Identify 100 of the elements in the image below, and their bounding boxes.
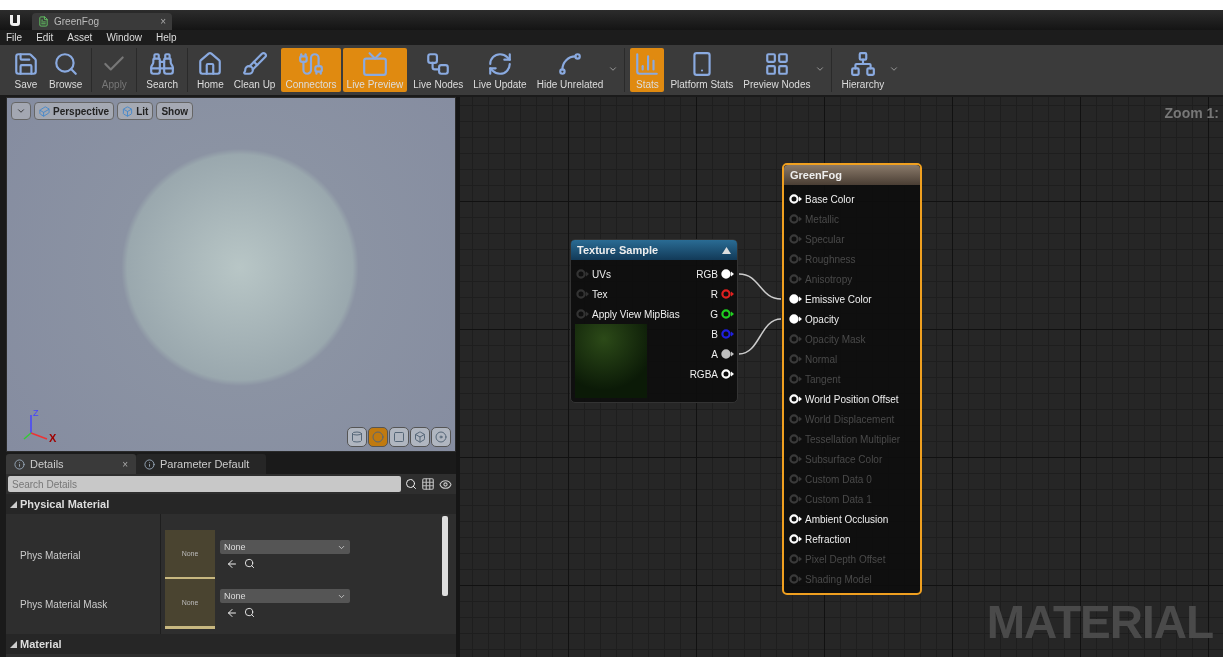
pin-label: RGBA [689,368,718,380]
caret-icon[interactable] [815,64,826,74]
pin-icon[interactable] [721,349,734,359]
node-title: Texture Sample [577,244,659,256]
category-header[interactable]: Physical Material [6,494,456,514]
cube-icon [122,105,134,117]
close-tab-button[interactable]: × [160,16,166,27]
pin-label: RGB [696,268,718,280]
save-icon [13,51,39,77]
cylinder-icon [351,431,363,443]
pin-label: Anisotropy [805,273,853,285]
pin-icon[interactable] [721,269,734,279]
pin-label: Pixel Depth Offset [805,553,886,565]
viewport-button[interactable]: Perspective [34,102,115,120]
material-node[interactable] [782,163,922,595]
category-header[interactable]: Material [6,634,456,654]
pin-label: G [710,308,718,320]
brush-icon [241,51,268,77]
monitor-icon [361,51,388,77]
menu-item[interactable]: Window [106,32,142,43]
bar-chart-icon [634,51,661,77]
binoculars-icon [149,51,176,77]
caret-icon[interactable] [889,64,900,74]
toolbar-button[interactable]: Hide Unrelated [532,48,620,92]
toolbar-button[interactable]: Live Update [469,48,531,92]
search-icon[interactable] [244,607,255,618]
preview-shape-button[interactable] [347,427,367,447]
toolbar-button[interactable]: Clean Up [229,48,280,92]
curve-icon [557,51,584,77]
property-label: Phys Material [19,549,82,561]
pin-icon[interactable] [789,314,802,324]
viewport-button[interactable]: Show [156,102,194,120]
pin-label: Normal [805,353,838,365]
menu-item[interactable]: Edit [36,32,54,43]
wire[interactable] [738,318,782,355]
toolbar-button[interactable]: Preview Nodes [739,48,827,92]
pin-label: Metallic [805,213,839,225]
document-tab[interactable]: GreenFog × [32,13,172,30]
toolbar-button[interactable]: Browse [45,48,87,92]
magnifier-icon [52,51,79,77]
pin-label: Tangent [805,373,841,385]
panel-tab[interactable]: Parameter Default [136,454,266,474]
search-icon[interactable] [244,558,255,569]
grid-view-icon[interactable] [421,477,435,491]
panel-tab[interactable]: Details × [6,454,136,474]
info-icon [144,458,155,470]
toolbar-button[interactable]: Platform Stats [666,48,738,92]
property-label: Phys Material Mask [19,598,109,610]
pin-icon[interactable] [721,309,734,319]
pin-label: Tex [592,288,608,300]
caret-icon[interactable] [608,64,619,74]
menu-item[interactable]: File [6,32,23,43]
toolbar-button[interactable]: Hierarchy [837,48,901,92]
pin-label: Roughness [805,253,856,265]
arrow-left-icon[interactable] [226,607,238,619]
toolbar-button[interactable]: Home [193,48,228,92]
menu-item[interactable]: Asset [67,32,93,43]
asset-dropdown[interactable]: None [220,540,350,554]
pin-label: Specular [805,233,845,245]
collapse-arrow-icon[interactable] [722,246,731,254]
asset-dropdown[interactable]: None [220,589,350,603]
logo-icon[interactable] [8,13,22,27]
zoom-level: Zoom 1: [1164,105,1219,121]
house-icon [197,51,224,77]
eye-icon[interactable] [439,477,452,491]
pin-label: B [711,328,718,340]
pin-icon[interactable] [789,194,802,204]
arrow-left-icon[interactable] [226,558,238,570]
axis-gizmo-drawing: Z X [21,407,61,443]
search-field[interactable]: Search Details [8,476,401,492]
expanded-arrow-icon [10,500,17,508]
pin-label: Subsurface Color [805,453,883,465]
toolbar-button[interactable]: Search [142,48,183,92]
toolbar-button[interactable]: Save [9,48,43,92]
plane-icon [393,431,405,443]
pin-icon[interactable] [721,369,734,379]
preview-shape-button[interactable] [431,427,451,447]
pin-icon[interactable] [789,294,802,304]
scrollbar-thumb[interactable] [442,516,448,596]
preview-shape-button[interactable] [368,427,388,447]
cable-icon [298,51,324,77]
preview-shape-button[interactable] [410,427,430,447]
refresh-icon [487,51,513,77]
preview-shape-button[interactable] [389,427,409,447]
pin-icon[interactable] [789,514,802,524]
document-icon [38,16,49,27]
viewport-options-button[interactable] [11,102,31,120]
texture-sample-node[interactable]: Texture Sample UVs Tex Apply View MipBias RGB R G B A RGBA [570,239,738,403]
node-title: GreenFog [790,169,842,181]
pin-label: Shading Model [805,573,872,585]
viewport-button[interactable]: Lit [117,102,154,120]
viewport-render[interactable]: Perspective Lit Show Z X [6,97,456,452]
pin-label: Ambient Occlusion [805,513,889,525]
menu-item[interactable]: Help [155,32,177,43]
wire[interactable] [738,273,782,300]
search-icon[interactable] [405,478,417,490]
toolbar-button[interactable]: Live Nodes [409,48,468,92]
pin-icon[interactable] [789,394,802,404]
caret-icon [16,106,26,116]
pin-icon[interactable] [789,534,802,544]
